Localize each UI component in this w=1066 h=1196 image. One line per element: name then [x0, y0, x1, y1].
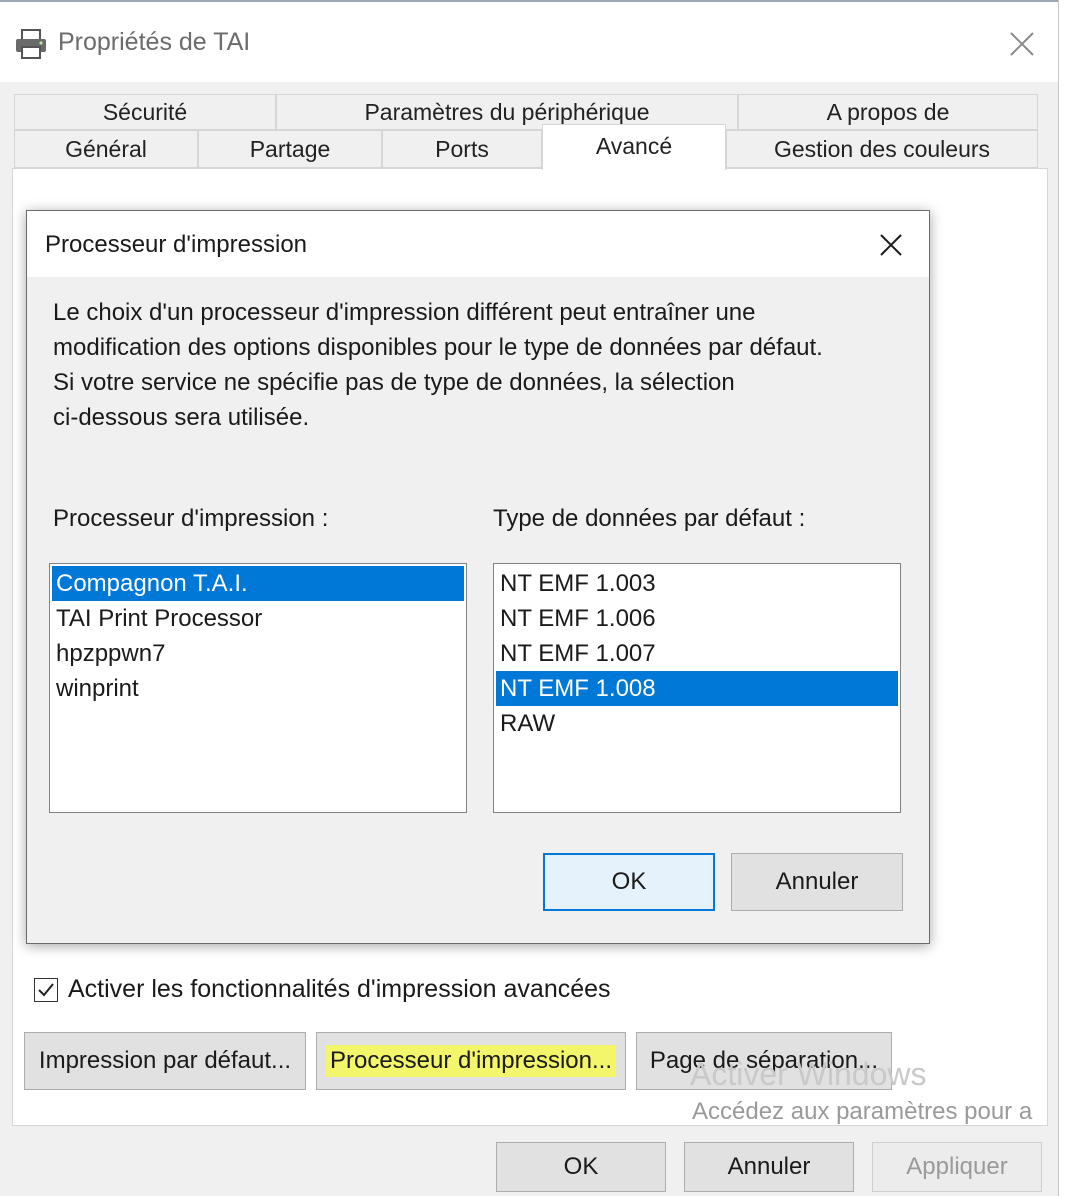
dialog-titlebar: Processeur d'impression — [27, 211, 929, 277]
tab-partage[interactable]: Partage — [198, 130, 382, 168]
list-item[interactable]: RAW — [496, 706, 898, 741]
list-item[interactable]: NT EMF 1.003 — [496, 566, 898, 601]
list-item[interactable]: NT EMF 1.006 — [496, 601, 898, 636]
dialog-cancel-button[interactable]: Annuler — [731, 853, 903, 911]
dialog-ok-button[interactable]: OK — [543, 853, 715, 911]
list-item[interactable]: TAI Print Processor — [52, 601, 464, 636]
apply-button[interactable]: Appliquer — [872, 1142, 1042, 1192]
close-icon[interactable] — [1000, 24, 1044, 64]
dialog-title: Processeur d'impression — [45, 231, 308, 258]
dialog-description-line: Si votre service ne spécifie pas de type… — [53, 369, 735, 396]
advanced-features-label: Activer les fonctionnalités d'impression… — [68, 975, 611, 1003]
tab-general[interactable]: Général — [14, 130, 198, 168]
list-item[interactable]: hpzppwn7 — [52, 636, 464, 671]
print-processor-button-label: Processeur d'impression... — [325, 1045, 617, 1077]
window-title: Propriétés de TAI — [58, 28, 251, 56]
tab-securite[interactable]: Sécurité — [14, 94, 276, 130]
list-item[interactable]: NT EMF 1.007 — [496, 636, 898, 671]
printer-icon — [14, 28, 48, 60]
print-processor-button[interactable]: Processeur d'impression... — [316, 1032, 626, 1090]
processor-listbox[interactable]: Compagnon T.A.I. TAI Print Processor hpz… — [49, 563, 467, 813]
window-titlebar: Propriétés de TAI — [0, 0, 1058, 82]
cancel-button[interactable]: Annuler — [684, 1142, 854, 1192]
default-print-button[interactable]: Impression par défaut... — [24, 1032, 306, 1090]
tab-avance[interactable]: Avancé — [542, 124, 726, 170]
datatype-list-label: Type de données par défaut : — [493, 505, 806, 532]
processor-list-label: Processeur d'impression : — [53, 505, 329, 532]
dialog-description-line: ci-dessous sera utilisée. — [53, 404, 310, 431]
dialog-description-line: Le choix d'un processeur d'impression di… — [53, 299, 756, 326]
ok-button[interactable]: OK — [496, 1142, 666, 1192]
tab-ports[interactable]: Ports — [382, 130, 542, 168]
activate-windows-watermark: Activer Windows — [690, 1056, 927, 1092]
dialog-description-line: modification des options disponibles pou… — [53, 334, 823, 361]
tab-a-propos[interactable]: A propos de — [738, 94, 1038, 130]
checkmark-icon — [38, 983, 54, 997]
datatype-listbox[interactable]: NT EMF 1.003 NT EMF 1.006 NT EMF 1.007 N… — [493, 563, 901, 813]
print-processor-dialog: Processeur d'impression Le choix d'un pr… — [26, 210, 930, 944]
tab-gestion-couleurs[interactable]: Gestion des couleurs — [726, 130, 1038, 168]
activate-windows-hint: Accédez aux paramètres pour a — [692, 1098, 1033, 1125]
advanced-features-checkbox[interactable] — [34, 978, 58, 1002]
list-item[interactable]: NT EMF 1.008 — [496, 671, 898, 706]
list-item[interactable]: winprint — [52, 671, 464, 706]
list-item[interactable]: Compagnon T.A.I. — [52, 566, 464, 601]
close-icon[interactable] — [869, 225, 913, 265]
